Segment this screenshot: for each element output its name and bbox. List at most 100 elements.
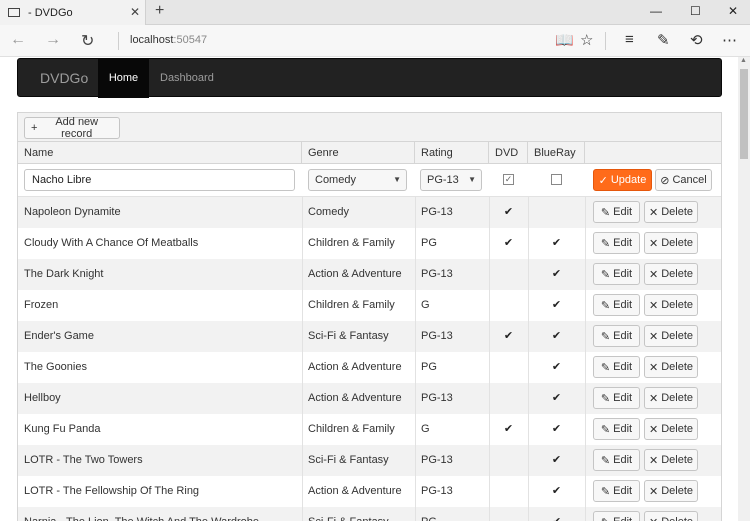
back-arrow-icon[interactable]: ←	[10, 31, 26, 49]
edit-button[interactable]: ✎Edit	[593, 387, 640, 409]
checkmark-icon: ✓	[598, 174, 608, 187]
column-header-dvd[interactable]: DVD	[489, 142, 528, 164]
edit-button[interactable]: ✎Edit	[593, 511, 640, 521]
table-row: Narnia - The Lion, The Witch And The War…	[18, 507, 721, 521]
cell-name: Kung Fu Panda	[24, 423, 101, 435]
pencil-icon: ✎	[600, 330, 611, 343]
nav-home[interactable]: Home	[98, 59, 149, 98]
delete-label: Delete	[661, 330, 693, 342]
plus-icon: +	[31, 122, 38, 134]
delete-button[interactable]: ✕Delete	[644, 511, 698, 521]
cell-genre: Sci-Fi & Fantasy	[302, 507, 415, 521]
column-divider	[585, 290, 586, 321]
cell-blueray: ✔	[551, 423, 562, 435]
delete-button[interactable]: ✕Delete	[644, 356, 698, 378]
close-icon: ✕	[648, 361, 659, 374]
column-divider	[585, 352, 586, 383]
edit-button[interactable]: ✎Edit	[593, 449, 640, 471]
scroll-up-icon[interactable]: ▲	[740, 57, 747, 64]
genre-dropdown-value: Comedy	[315, 174, 356, 186]
rating-dropdown[interactable]: PG-13 ▼	[420, 169, 482, 191]
delete-button[interactable]: ✕Delete	[644, 325, 698, 347]
update-button[interactable]: ✓ Update	[593, 169, 652, 191]
edit-button[interactable]: ✎Edit	[593, 480, 640, 502]
pencil-icon: ✎	[600, 361, 611, 374]
delete-button[interactable]: ✕Delete	[644, 449, 698, 471]
edit-button[interactable]: ✎Edit	[593, 356, 640, 378]
favorite-star-icon[interactable]: ☆	[580, 31, 593, 49]
close-icon: ✕	[648, 423, 659, 436]
column-header-name[interactable]: Name	[18, 142, 302, 164]
close-icon: ✕	[648, 485, 659, 498]
edit-button[interactable]: ✎Edit	[593, 325, 640, 347]
edit-label: Edit	[613, 516, 632, 521]
delete-button[interactable]: ✕Delete	[644, 480, 698, 502]
pencil-icon: ✎	[600, 485, 611, 498]
column-header-genre[interactable]: Genre	[302, 142, 415, 164]
edit-button[interactable]: ✎Edit	[593, 201, 640, 223]
dvd-checkbox[interactable]: ✓	[503, 174, 514, 185]
web-note-icon[interactable]: ✎	[657, 31, 670, 49]
name-input[interactable]	[24, 169, 295, 191]
pencil-icon: ✎	[600, 423, 611, 436]
scrollbar-thumb[interactable]	[740, 69, 748, 159]
url-field[interactable]: localhost:50547	[130, 34, 207, 46]
column-header-rating[interactable]: Rating	[415, 142, 489, 164]
new-tab-button[interactable]: +	[155, 2, 164, 20]
cell-dvd	[489, 445, 528, 476]
delete-label: Delete	[661, 361, 693, 373]
delete-button[interactable]: ✕Delete	[644, 418, 698, 440]
close-icon: ✕	[648, 237, 659, 250]
delete-button[interactable]: ✕Delete	[644, 294, 698, 316]
forward-arrow-icon[interactable]: →	[45, 31, 61, 49]
blueray-checkbox[interactable]	[551, 174, 562, 185]
column-divider	[585, 321, 586, 352]
minimize-icon[interactable]: —	[650, 4, 662, 18]
cell-name: The Dark Knight	[24, 268, 104, 280]
close-tab-icon[interactable]: ✕	[130, 5, 140, 19]
hub-icon[interactable]: ≡	[625, 31, 634, 48]
cancel-button[interactable]: ⊘ Cancel	[655, 169, 712, 191]
delete-button[interactable]: ✕Delete	[644, 263, 698, 285]
cell-name: Narnia - The Lion, The Witch And The War…	[18, 507, 302, 521]
refresh-icon[interactable]: ↻	[81, 31, 94, 51]
close-window-icon[interactable]: ✕	[728, 4, 738, 18]
edit-button[interactable]: ✎Edit	[593, 418, 640, 440]
more-icon[interactable]: ⋯	[722, 31, 737, 49]
nav-dashboard[interactable]: Dashboard	[160, 59, 214, 98]
cell-rating: PG-13	[421, 485, 453, 497]
brand-logo[interactable]: DVDGo	[40, 70, 88, 86]
column-header-blueray[interactable]: BlueRay	[528, 142, 585, 164]
add-new-record-button[interactable]: + Add new record	[24, 116, 120, 140]
column-divider	[585, 197, 586, 228]
edit-button[interactable]: ✎Edit	[593, 232, 640, 254]
share-icon[interactable]: ⟲	[690, 31, 703, 49]
delete-button[interactable]: ✕Delete	[644, 387, 698, 409]
browser-titlebar: - DVDGo ✕ + — ☐ ✕	[0, 0, 750, 25]
page-viewport: DVDGo Home Dashboard + Add new record Na…	[0, 57, 738, 521]
cell-name: LOTR - The Two Towers	[24, 454, 143, 466]
cell-rating: PG	[421, 361, 437, 373]
column-divider	[585, 414, 586, 445]
vertical-scrollbar[interactable]: ▲	[738, 57, 750, 521]
delete-label: Delete	[661, 516, 693, 521]
reading-view-icon[interactable]: 📖	[555, 31, 574, 49]
close-icon: ✕	[648, 330, 659, 343]
delete-button[interactable]: ✕Delete	[644, 201, 698, 223]
delete-button[interactable]: ✕Delete	[644, 232, 698, 254]
browser-tab[interactable]: - DVDGo ✕	[0, 0, 146, 25]
cell-rating: PG	[421, 237, 437, 249]
delete-label: Delete	[661, 299, 693, 311]
genre-dropdown[interactable]: Comedy ▼	[308, 169, 407, 191]
edit-button[interactable]: ✎Edit	[593, 294, 640, 316]
edit-button[interactable]: ✎Edit	[593, 263, 640, 285]
table-row: LOTR - The Fellowship Of The Ring Action …	[18, 476, 721, 507]
table-row: LOTR - The Two Towers Sci-Fi & Fantasy PG-…	[18, 445, 721, 476]
cell-dvd: ✔	[503, 206, 514, 218]
cell-blueray: ✔	[551, 361, 562, 373]
maximize-icon[interactable]: ☐	[690, 4, 701, 18]
close-icon: ✕	[648, 206, 659, 219]
cell-name: Cloudy With A Chance Of Meatballs	[24, 237, 199, 249]
pencil-icon: ✎	[600, 299, 611, 312]
cell-blueray: ✔	[528, 507, 585, 521]
